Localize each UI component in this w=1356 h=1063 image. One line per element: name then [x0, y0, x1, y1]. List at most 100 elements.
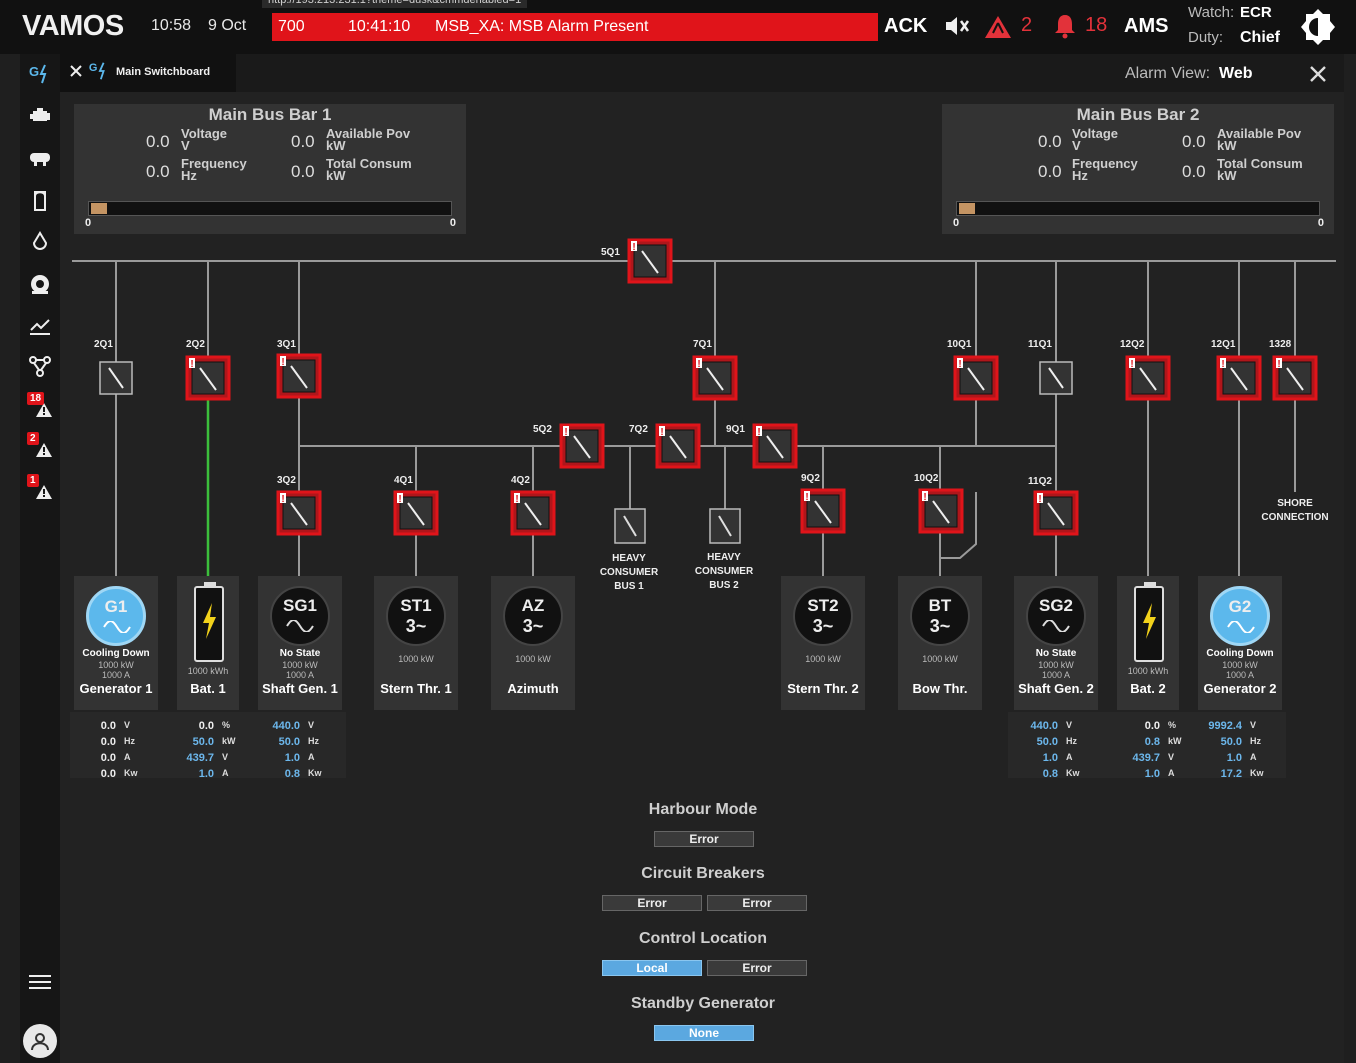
pump-icon[interactable]: [26, 144, 54, 172]
breaker-4q2[interactable]: !: [510, 490, 556, 536]
user-icon[interactable]: [23, 1024, 57, 1058]
breaker-2q1[interactable]: [93, 355, 139, 401]
breaker-7q2[interactable]: !: [655, 423, 701, 469]
ack-button[interactable]: ACK: [884, 15, 927, 38]
breaker-10q2[interactable]: !: [918, 488, 964, 534]
tab-main-switchboard[interactable]: G Main Switchboard: [60, 54, 236, 92]
breaker-label: 7Q2: [629, 424, 648, 435]
svg-text:G: G: [29, 64, 39, 79]
breaker-11q2[interactable]: !: [1033, 490, 1079, 536]
control-location-local-button[interactable]: Local: [602, 960, 702, 976]
shaft-generator-symbol: SG2: [1026, 586, 1086, 646]
breaker-5q1[interactable]: !: [627, 238, 673, 284]
sg1-current: 1.0: [284, 752, 300, 764]
breaker-2q2[interactable]: !: [185, 355, 231, 401]
breaker-9q1[interactable]: !: [752, 423, 798, 469]
gen2-voltage: 9992.4: [1208, 720, 1242, 732]
shaft-generator-1-unit[interactable]: SG1 No State 1000 kW 1000 A Shaft Gen. 1: [258, 576, 342, 710]
svg-text:!: !: [660, 427, 663, 438]
close-tab-icon[interactable]: [69, 64, 83, 83]
harbour-mode-title: Harbour Mode: [648, 801, 758, 818]
generator-1-unit[interactable]: G1 Cooling Down 1000 kW 1000 A Generator…: [74, 576, 158, 710]
svg-text:!: !: [805, 492, 808, 503]
harbour-mode-button[interactable]: Error: [654, 831, 754, 847]
battery-2-unit[interactable]: 1000 kWh Bat. 2: [1117, 576, 1179, 710]
heavy-consumer-bus-1-switch[interactable]: [614, 508, 646, 549]
tab-label: Main Switchboard: [116, 66, 211, 78]
stern-thruster-1-unit[interactable]: ST1 3~ 1000 kW Stern Thr. 1: [374, 576, 458, 710]
unit-name: Shaft Gen. 2: [1018, 681, 1094, 696]
critical-list-badge: 1: [27, 474, 39, 487]
critical-list-icon[interactable]: 1: [26, 474, 54, 502]
breaker-label: 9Q1: [726, 424, 745, 435]
breaker-12q1[interactable]: !: [1216, 355, 1262, 401]
unit-label: kW: [222, 736, 236, 746]
breaker-label: 11Q2: [1028, 476, 1052, 487]
hamburger-icon[interactable]: [26, 968, 54, 996]
left-readings-panel: 0.0 V 0.0 Hz 0.0 A 0.0 Kw 0.0% 50.0 kW 439.7 V…: [70, 712, 346, 780]
unit-rating-kw: 1000 kW: [398, 654, 434, 664]
breaker-12q2[interactable]: !: [1125, 355, 1171, 401]
engine-icon[interactable]: [26, 102, 54, 130]
alarm-count: 18: [1085, 14, 1108, 36]
close-icon[interactable]: [1309, 65, 1327, 88]
breaker-9q2[interactable]: !: [800, 488, 846, 534]
alarm-view-value[interactable]: Web: [1219, 65, 1252, 83]
control-location-remote-button[interactable]: Error: [707, 960, 807, 976]
unit-label: Hz: [124, 736, 135, 746]
unit-label: Hz: [1066, 736, 1077, 746]
circuit-breakers-button-2[interactable]: Error: [707, 895, 807, 911]
breaker-label: 10Q1: [947, 339, 972, 350]
unit-name: Generator 1: [79, 681, 153, 696]
battery-1-unit[interactable]: 1000 kWh Bat. 1: [177, 576, 239, 710]
breaker-4q1[interactable]: !: [393, 490, 439, 536]
bow-thruster-unit[interactable]: BT 3~ 1000 kW Bow Thr.: [898, 576, 982, 710]
duty-label: Duty:: [1188, 29, 1224, 46]
unit-label: kW: [1168, 736, 1182, 746]
duty-value: Chief: [1240, 29, 1280, 46]
breaker-label: 3Q1: [277, 339, 296, 350]
bell-icon[interactable]: [1054, 13, 1076, 39]
alarm-list-icon[interactable]: 18: [26, 392, 54, 420]
svg-text:!: !: [697, 359, 700, 370]
warning-list-badge: 2: [27, 432, 39, 445]
alarm-list-badge: 18: [27, 392, 45, 405]
bat1-power: 50.0: [192, 736, 214, 748]
unit-label: Kw: [308, 768, 322, 778]
unit-rating-kw: 1000 kW: [282, 660, 318, 670]
tank-icon[interactable]: [26, 186, 54, 214]
standby-generator-button[interactable]: None: [654, 1025, 754, 1041]
active-alarm-banner[interactable]: 700 10:41:10 MSB_XA: MSB Alarm Present: [272, 13, 878, 41]
generator-2-unit[interactable]: G2 Cooling Down 1000 kW 1000 A Generator…: [1198, 576, 1282, 710]
unit-state: Cooling Down: [1206, 648, 1274, 659]
warning-list-icon[interactable]: 2: [26, 432, 54, 460]
trend-chart-icon[interactable]: [26, 312, 54, 340]
svg-text:!: !: [1130, 359, 1133, 370]
breaker-10q1[interactable]: !: [953, 355, 999, 401]
bat1-current: 1.0: [198, 768, 214, 780]
breaker-7q1[interactable]: !: [692, 355, 738, 401]
bat1-voltage: 439.7: [186, 752, 214, 764]
warning-triangle-icon[interactable]: [984, 14, 1012, 40]
breaker-3q1[interactable]: !: [276, 353, 322, 399]
control-location-title: Control Location: [639, 930, 767, 947]
theme-toggle-icon[interactable]: [1299, 8, 1337, 46]
unit-rating-kw: 1000 kW: [805, 654, 841, 664]
fan-icon[interactable]: [26, 270, 54, 298]
power-distribution-icon[interactable]: G: [26, 60, 54, 88]
drop-icon[interactable]: [26, 228, 54, 256]
breaker-11q1[interactable]: [1033, 355, 1079, 401]
circuit-breakers-button-1[interactable]: Error: [602, 895, 702, 911]
breaker-3q2[interactable]: !: [276, 490, 322, 536]
network-icon[interactable]: [26, 352, 54, 380]
azimuth-unit[interactable]: AZ 3~ 1000 kW Azimuth: [491, 576, 575, 710]
unit-label: V: [124, 720, 131, 730]
stern-thruster-2-unit[interactable]: ST2 3~ 1000 kW Stern Thr. 2: [781, 576, 865, 710]
breaker-5q2[interactable]: !: [559, 423, 605, 469]
shaft-generator-2-unit[interactable]: SG2 No State 1000 kW 1000 A Shaft Gen. 2: [1014, 576, 1098, 710]
mute-icon[interactable]: [942, 12, 970, 40]
ams-button[interactable]: AMS: [1124, 15, 1168, 38]
heavy-consumer-bus-2-switch[interactable]: [709, 508, 741, 549]
gen1-current: 0.0: [100, 752, 116, 764]
breaker-1328[interactable]: !: [1272, 355, 1318, 401]
